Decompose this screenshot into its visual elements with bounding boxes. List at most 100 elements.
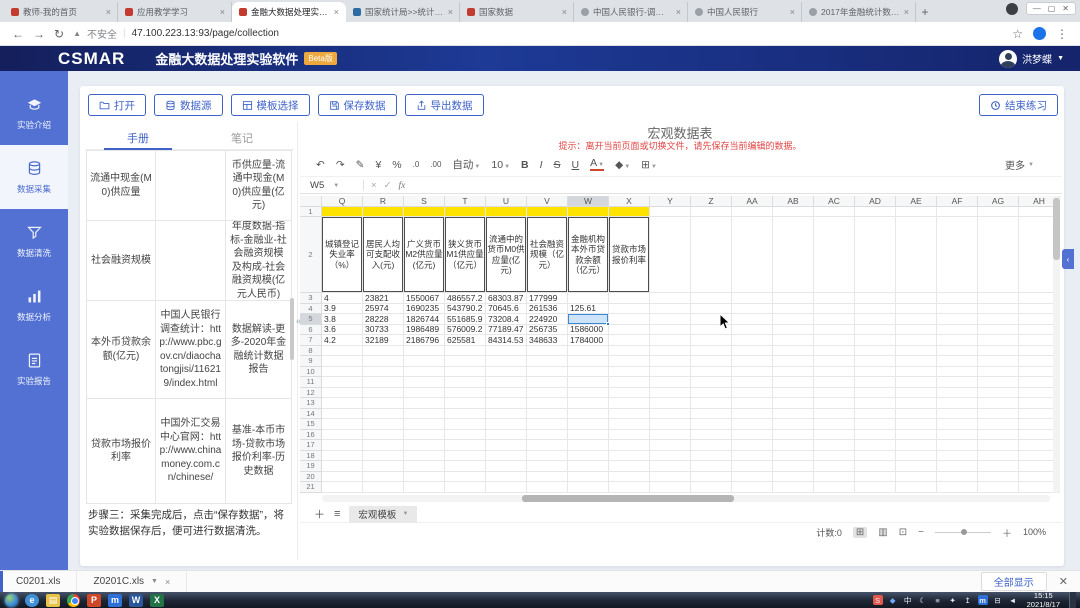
undo-icon[interactable]: ↶ <box>316 159 325 171</box>
tab-close-icon[interactable]: × <box>448 7 453 17</box>
cell-Y21[interactable] <box>650 482 691 493</box>
cell-U1[interactable] <box>486 207 527 217</box>
cell-R6[interactable]: 30733 <box>363 325 404 336</box>
cell-T8[interactable] <box>445 346 486 357</box>
cell-W16[interactable] <box>568 430 609 441</box>
cell-AB9[interactable] <box>773 356 814 367</box>
cell-AF11[interactable] <box>937 377 978 388</box>
zoom-in-icon[interactable]: ＋ <box>1002 525 1012 540</box>
cell-AF10[interactable] <box>937 367 978 378</box>
cell-U7[interactable]: 84314.53 <box>486 335 527 346</box>
sidebar-item-4[interactable]: 数据分析 <box>0 273 68 337</box>
cell-AE9[interactable] <box>896 356 937 367</box>
cell-AB2[interactable] <box>773 217 814 293</box>
tray-icon[interactable]: ↥ <box>963 595 973 605</box>
cell-V7[interactable]: 348633 <box>527 335 568 346</box>
cell-Q17[interactable] <box>322 440 363 451</box>
cell-AC20[interactable] <box>814 472 855 483</box>
cell-S6[interactable]: 1986489 <box>404 325 445 336</box>
cell-U8[interactable] <box>486 346 527 357</box>
cell-Q20[interactable] <box>322 472 363 483</box>
forward-icon[interactable]: → <box>33 27 45 41</box>
chrome-icon[interactable] <box>67 594 80 607</box>
vertical-scrollbar[interactable] <box>1053 196 1060 493</box>
back-icon[interactable]: ← <box>12 27 24 41</box>
tray-icon[interactable]: 中 <box>903 595 913 605</box>
cell-Z12[interactable] <box>691 388 732 399</box>
cell-AF18[interactable] <box>937 451 978 462</box>
cell-X2[interactable]: 贷款市场报价利率 <box>609 217 650 293</box>
cell-Q21[interactable] <box>322 482 363 493</box>
cell-AD16[interactable] <box>855 430 896 441</box>
row-header-10[interactable]: 10 <box>300 367 322 378</box>
cell-AG18[interactable] <box>978 451 1019 462</box>
cell-AD13[interactable] <box>855 398 896 409</box>
tab-close-icon[interactable]: × <box>904 7 909 17</box>
cell-X7[interactable] <box>609 335 650 346</box>
cell-AA2[interactable] <box>732 217 773 293</box>
word-icon[interactable]: W <box>129 594 143 607</box>
cell-AA20[interactable] <box>732 472 773 483</box>
cell-S17[interactable] <box>404 440 445 451</box>
cell-Q1[interactable] <box>322 207 363 217</box>
cell-T18[interactable] <box>445 451 486 462</box>
cell-AB4[interactable] <box>773 304 814 315</box>
save-data-button[interactable]: 保存数据 <box>318 94 397 116</box>
cell-AF5[interactable] <box>937 314 978 325</box>
cell-R4[interactable]: 25974 <box>363 304 404 315</box>
cell-AE7[interactable] <box>896 335 937 346</box>
cell-AC14[interactable] <box>814 409 855 420</box>
increase-decimal-icon[interactable]: .00 <box>430 160 441 169</box>
cell-AD14[interactable] <box>855 409 896 420</box>
borders-icon[interactable]: ⊞▼ <box>641 159 657 171</box>
cell-AA14[interactable] <box>732 409 773 420</box>
cell-AC4[interactable] <box>814 304 855 315</box>
cell-T9[interactable] <box>445 356 486 367</box>
explorer-icon[interactable]: ▤ <box>46 594 60 607</box>
cell-AB3[interactable] <box>773 293 814 304</box>
cell-Y8[interactable] <box>650 346 691 357</box>
cell-S5[interactable]: 1826744 <box>404 314 445 325</box>
cell-AE3[interactable] <box>896 293 937 304</box>
tab-manual[interactable]: 手册 <box>86 126 190 149</box>
cell-U13[interactable] <box>486 398 527 409</box>
column-header-Y[interactable]: Y <box>650 196 691 207</box>
cell-X18[interactable] <box>609 451 650 462</box>
cell-AD18[interactable] <box>855 451 896 462</box>
cell-AF17[interactable] <box>937 440 978 451</box>
cell-T5[interactable]: 551685.9 <box>445 314 486 325</box>
cell-AA4[interactable] <box>732 304 773 315</box>
cell-AC12[interactable] <box>814 388 855 399</box>
cell-AF16[interactable] <box>937 430 978 441</box>
cell-Z10[interactable] <box>691 367 732 378</box>
cell-S15[interactable] <box>404 419 445 430</box>
cell-R2[interactable]: 居民人均可支配收入(元) <box>363 217 404 293</box>
cell-AA17[interactable] <box>732 440 773 451</box>
cell-V20[interactable] <box>527 472 568 483</box>
tray-icon[interactable]: ⊟ <box>993 595 1003 605</box>
cell-S21[interactable] <box>404 482 445 493</box>
cell-AA1[interactable] <box>732 207 773 217</box>
cell-AG4[interactable] <box>978 304 1019 315</box>
cell-AF2[interactable] <box>937 217 978 293</box>
cell-AA15[interactable] <box>732 419 773 430</box>
cell-AE21[interactable] <box>896 482 937 493</box>
csmar-app-icon[interactable]: m <box>108 594 122 607</box>
column-header-U[interactable]: U <box>486 196 527 207</box>
cell-T17[interactable] <box>445 440 486 451</box>
cell-Y15[interactable] <box>650 419 691 430</box>
cell-U4[interactable]: 70645.6 <box>486 304 527 315</box>
maximize-icon[interactable]: ▢ <box>1048 4 1056 13</box>
sidebar-item-3[interactable]: 数据清洗 <box>0 209 68 273</box>
cell-AF4[interactable] <box>937 304 978 315</box>
page-layout-icon[interactable]: ▥ <box>878 527 887 538</box>
sidebar-item-2[interactable]: 数据采集 <box>0 145 68 209</box>
cell-X20[interactable] <box>609 472 650 483</box>
close-icon[interactable]: ✕ <box>1062 4 1069 13</box>
cell-R8[interactable] <box>363 346 404 357</box>
cell-W10[interactable] <box>568 367 609 378</box>
cell-Y10[interactable] <box>650 367 691 378</box>
cell-X14[interactable] <box>609 409 650 420</box>
cell-S20[interactable] <box>404 472 445 483</box>
cell-AF1[interactable] <box>937 207 978 217</box>
